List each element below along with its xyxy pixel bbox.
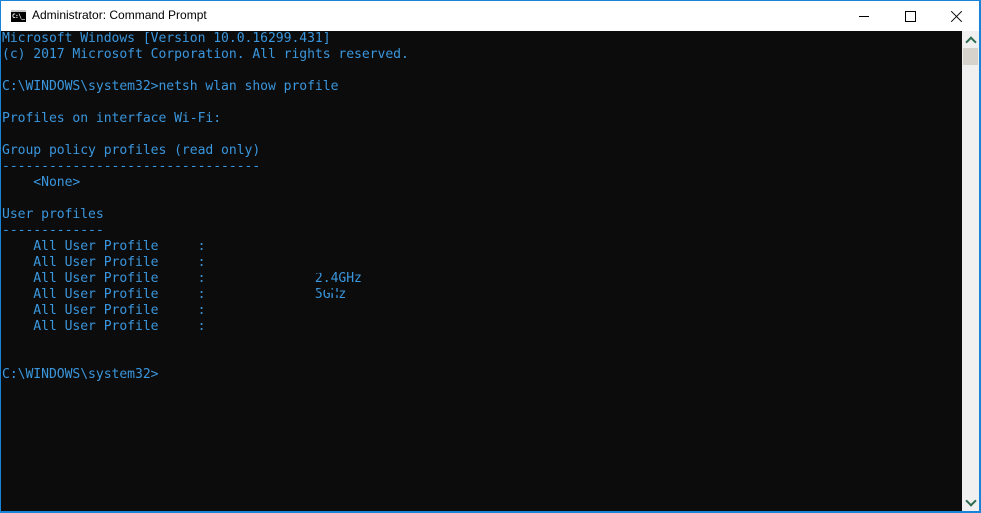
close-icon: [951, 11, 962, 22]
minimize-button[interactable]: [841, 1, 887, 31]
cmd-icon-glyph: C:\_: [12, 13, 25, 20]
console-line: Microsoft Windows [Version 10.0.16299.43…: [2, 31, 331, 46]
cmd-icon[interactable]: C:\_: [11, 10, 26, 22]
console-line: C:\WINDOWS\system32>: [2, 367, 159, 382]
console-line: -------------: [2, 223, 104, 238]
console-line: (c) 2017 Microsoft Corporation. All righ…: [2, 47, 409, 62]
vertical-scrollbar[interactable]: [962, 31, 979, 511]
maximize-button[interactable]: [887, 1, 933, 31]
console-line: All User Profile :: [2, 319, 214, 334]
scroll-down-button[interactable]: [962, 494, 979, 511]
redaction-scribble: [222, 224, 364, 364]
chevron-up-icon: [964, 35, 977, 48]
console-line: <None>: [2, 175, 81, 190]
scroll-up-button[interactable]: [962, 31, 979, 48]
title-bar[interactable]: C:\_ Administrator: Command Prompt: [1, 1, 979, 31]
close-button[interactable]: [933, 1, 979, 31]
console-line: Profiles on interface Wi-Fi:: [2, 111, 222, 126]
maximize-icon: [904, 10, 916, 22]
console-line: Group policy profiles (read only): [2, 143, 261, 158]
console-line: C:\WINDOWS\system32>netsh wlan show prof…: [2, 79, 339, 94]
console-line: All User Profile :: [2, 303, 214, 318]
console-output[interactable]: Microsoft Windows [Version 10.0.16299.43…: [1, 31, 961, 511]
console-line: ---------------------------------: [2, 159, 261, 174]
console-line: All User Profile :: [2, 239, 214, 254]
console-line: User profiles: [2, 207, 104, 222]
window-title: Administrator: Command Prompt: [32, 8, 207, 22]
minimize-icon: [859, 15, 869, 17]
chevron-down-icon: [964, 494, 977, 507]
scrollbar-thumb[interactable]: [963, 48, 978, 65]
